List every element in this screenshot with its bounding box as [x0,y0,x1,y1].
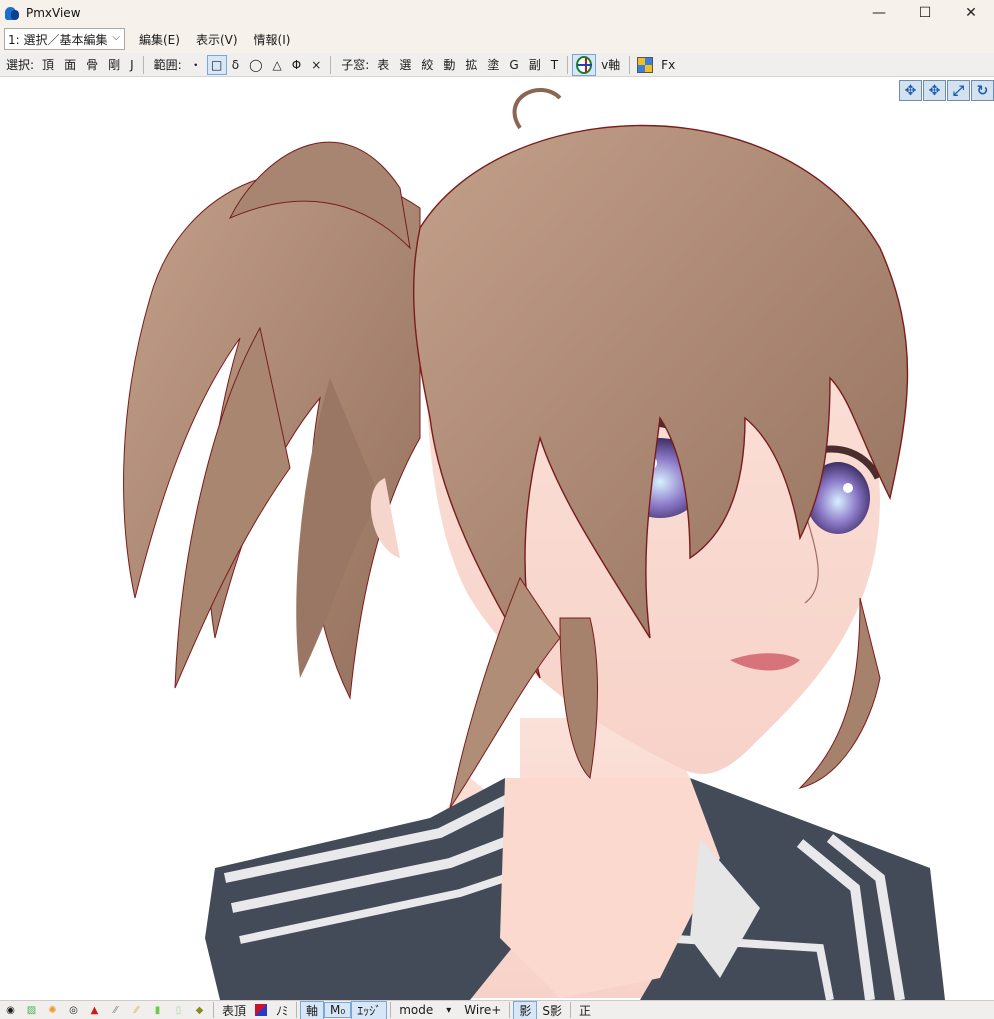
toolbar-divider [567,55,569,74]
chevron-down-icon: ⌵ [112,32,120,43]
morph-display-icon[interactable]: ⁄⁄ [107,1002,124,1019]
child-table-button[interactable]: 表 [372,55,394,75]
3d-viewport[interactable]: ✥ ✥ ⤢ ↻ [0,78,994,1000]
maximize-icon[interactable]: ☐ [902,0,948,25]
shadow-toggle[interactable]: 影 [513,1000,538,1019]
self-shadow-toggle[interactable]: S影 [537,1002,567,1019]
normal-display-icon[interactable]: ▨ [23,1002,40,1019]
select-joint-button[interactable]: J [125,55,139,75]
window-controls: — ☐ ✕ [856,0,994,25]
fx-button[interactable]: Fx [656,55,680,75]
axis-toggle[interactable]: 軸 [300,1000,325,1019]
table-vertex-toggle[interactable]: 表頂 [217,1002,251,1019]
ik-display-icon[interactable]: ▲ [86,1002,103,1019]
statusbar-divider [569,1002,571,1018]
move-xz-icon[interactable]: ✥ [923,80,946,101]
toolbar-divider [629,55,631,74]
grid-icon [637,56,654,73]
select-label: 選択: [6,58,35,72]
window-title: PmxView [26,5,81,20]
view-tools: ✥ ✥ ⤢ ↻ [899,80,994,101]
rotate-icon[interactable]: ↻ [971,80,994,101]
mo-toggle[interactable]: M₀ [324,1002,352,1018]
child-g-button[interactable]: G [504,55,523,75]
toolbar-divider [142,55,144,74]
mode-dropdown[interactable]: mode [394,1003,438,1017]
zoom-icon[interactable]: ⤢ [947,80,970,101]
select-bone-button[interactable]: 骨 [81,55,103,75]
select-face-button[interactable]: 面 [59,55,81,75]
edge-toggle[interactable]: ｴｯｼﾞ [351,1000,388,1019]
menu-info[interactable]: 情報(I) [252,29,293,50]
color-swatch-icon[interactable] [255,1004,268,1016]
mi-toggle[interactable]: ﾉﾐ [271,1002,293,1019]
move-xy-icon[interactable]: ✥ [899,80,922,101]
chevron-down-icon[interactable]: ▾ [440,1002,457,1019]
toolbar-divider [330,55,332,74]
minimize-icon[interactable]: — [856,0,902,25]
vertex-display-icon[interactable]: ◉ [2,1002,19,1019]
eye-highlight [843,483,853,493]
range-delta-button[interactable]: δ [227,55,244,75]
edit-mode-select[interactable]: 1: 選択／基本編集 ⌵ [4,28,125,50]
wire-toggle[interactable]: Wire+ [459,1003,506,1017]
title-bar: PmxView — ☐ ✕ [0,0,994,25]
child-filter-button[interactable]: 絞 [416,55,438,75]
range-triangle-button[interactable]: △ [268,55,287,75]
menu-edit[interactable]: 編集(E) [137,29,182,50]
select-rigid-button[interactable]: 剛 [103,55,125,75]
statusbar-divider [296,1002,298,1018]
app-icon [4,5,20,21]
edit-mode-value: 1: 選択／基本編集 [8,32,108,47]
model-render [123,87,945,1000]
menu-view[interactable]: 表示(V) [194,29,240,50]
rigid-display-icon[interactable]: ▮ [149,1002,166,1019]
toolbar: 選択: 頂 面 骨 剛 J 範囲: ・ □ δ ◯ △ Φ × 子窓: 表 選 … [0,53,994,77]
menu-bar: 1: 選択／基本編集 ⌵ 編集(E) 表示(V) 情報(I) [0,25,994,53]
crosshair-icon [576,55,593,74]
v-axis-button[interactable]: v軸 [596,55,625,75]
statusbar-divider [390,1002,392,1018]
bone-display-icon[interactable]: ◎ [65,1002,82,1019]
statusbar-divider [213,1002,214,1018]
child-select-button[interactable]: 選 [394,55,416,75]
child-t-button[interactable]: T [546,55,563,75]
range-phi-button[interactable]: Φ [287,55,306,75]
range-rect-button[interactable]: □ [206,54,227,75]
soft-body-icon[interactable]: ◆ [191,1002,208,1019]
range-label: 範囲: [153,58,182,72]
child-paint-button[interactable]: 塗 [482,55,504,75]
child-window-label: 子窓: [341,58,370,72]
orthographic-toggle[interactable]: 正 [574,1002,596,1019]
select-vertex-button[interactable]: 頂 [37,55,59,75]
range-clear-button[interactable]: × [306,55,326,75]
physics-display-icon[interactable]: ⁄⁄ [128,1002,145,1019]
status-bar: ◉ ▨ ✺ ◎ ▲ ⁄⁄ ⁄⁄ ▮ ▯ ◆ 表頂 ﾉﾐ 軸 M₀ ｴｯｼﾞ mo… [0,1000,994,1019]
range-circle-button[interactable]: ◯ [244,55,267,75]
joint-display-icon[interactable]: ▯ [170,1002,187,1019]
axis-target-button[interactable] [572,53,597,76]
range-point-button[interactable]: ・ [185,55,207,75]
child-scale-button[interactable]: 拡 [460,55,482,75]
grid-toggle-button[interactable] [634,56,656,73]
weight-display-icon[interactable]: ✺ [44,1002,61,1019]
child-sub-button[interactable]: 副 [524,55,546,75]
child-move-button[interactable]: 動 [438,55,460,75]
ahoge [512,87,562,130]
statusbar-divider [509,1002,511,1018]
close-icon[interactable]: ✕ [948,0,994,25]
